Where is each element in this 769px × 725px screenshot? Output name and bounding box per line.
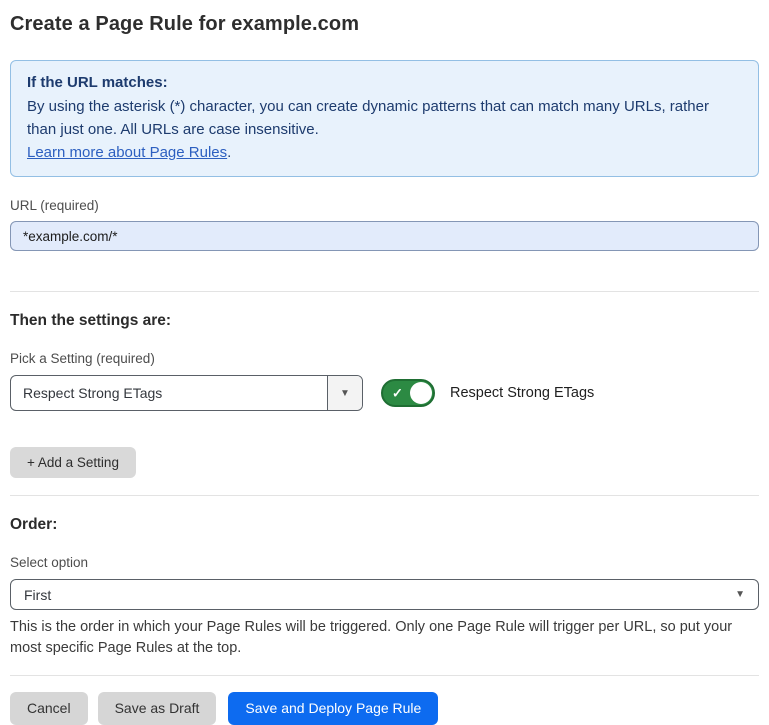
chevron-down-icon: ▼ xyxy=(340,388,350,399)
link-suffix: . xyxy=(227,144,231,161)
info-box-heading: If the URL matches: xyxy=(27,71,742,94)
url-input[interactable] xyxy=(10,221,759,251)
add-setting-button[interactable]: + Add a Setting xyxy=(10,447,136,478)
info-box-link-line: Learn more about Page Rules. xyxy=(27,141,742,164)
setting-picker-label: Pick a Setting (required) xyxy=(10,351,759,367)
check-icon: ✓ xyxy=(392,387,403,400)
page-title: Create a Page Rule for example.com xyxy=(10,12,759,36)
chevron-down-icon: ▼ xyxy=(735,589,745,600)
order-select-value: First xyxy=(24,587,735,603)
footer-actions: Cancel Save as Draft Save and Deploy Pag… xyxy=(10,692,759,725)
setting-row: Respect Strong ETags ▼ ✓ Respect Strong … xyxy=(10,375,759,411)
section-divider xyxy=(10,495,759,496)
learn-more-link[interactable]: Learn more about Page Rules xyxy=(27,144,227,161)
url-field-label: URL (required) xyxy=(10,198,759,214)
order-section-heading: Order: xyxy=(10,516,759,534)
save-and-deploy-button[interactable]: Save and Deploy Page Rule xyxy=(228,692,438,725)
order-select-label: Select option xyxy=(10,555,759,571)
toggle-knob xyxy=(410,382,432,404)
setting-toggle[interactable]: ✓ xyxy=(381,379,435,407)
order-help-text: This is the order in which your Page Rul… xyxy=(10,617,759,659)
setting-select-arrow-segment[interactable]: ▼ xyxy=(327,376,362,410)
section-divider xyxy=(10,291,759,292)
setting-toggle-label: Respect Strong ETags xyxy=(450,385,594,401)
cancel-button[interactable]: Cancel xyxy=(10,692,88,725)
setting-select[interactable]: Respect Strong ETags ▼ xyxy=(10,375,363,411)
order-select[interactable]: First ▼ xyxy=(10,579,759,610)
url-match-info-box: If the URL matches: By using the asteris… xyxy=(10,60,759,177)
settings-section-heading: Then the settings are: xyxy=(10,312,759,330)
setting-select-value: Respect Strong ETags xyxy=(11,376,327,410)
info-box-body: By using the asterisk (*) character, you… xyxy=(27,95,742,141)
save-as-draft-button[interactable]: Save as Draft xyxy=(98,692,217,725)
footer-divider xyxy=(10,675,759,676)
